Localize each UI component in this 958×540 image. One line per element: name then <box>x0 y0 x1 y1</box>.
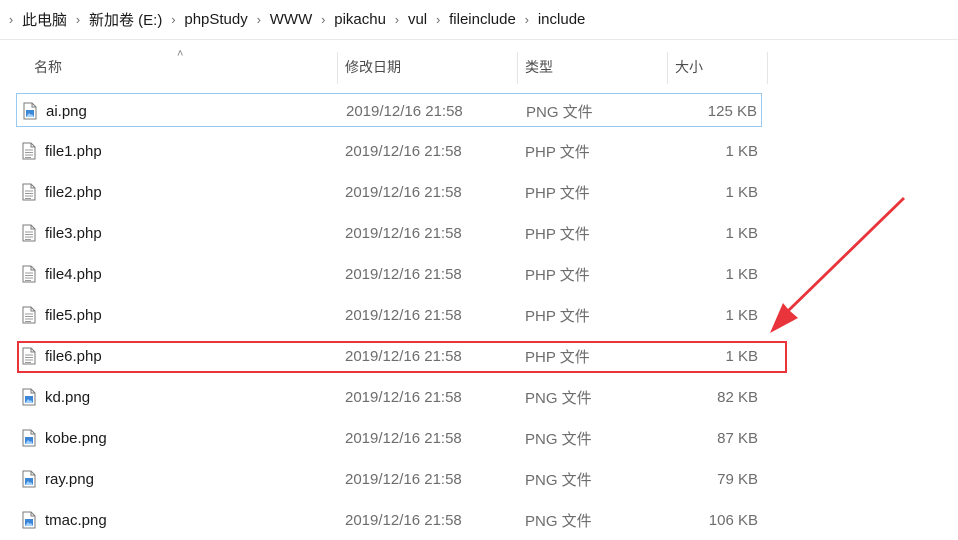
image-file-icon <box>23 102 37 120</box>
file-date: 2019/12/16 21:58 <box>346 102 463 120</box>
text-file-icon <box>22 224 36 242</box>
chevron-right-icon[interactable]: › <box>252 12 266 27</box>
file-name[interactable]: file3.php <box>45 216 102 250</box>
column-type-header[interactable]: 类型 <box>525 48 665 86</box>
file-size: 79 KB <box>717 470 758 488</box>
file-name[interactable]: tmac.png <box>45 503 107 537</box>
file-type: PHP 文件 <box>525 307 590 325</box>
file-type: PNG 文件 <box>525 471 592 489</box>
file-row[interactable]: file5.php 2019/12/16 21:58 PHP 文件 1 KB <box>16 298 762 332</box>
image-file-icon <box>22 511 36 529</box>
chevron-right-icon[interactable]: › <box>390 12 404 27</box>
file-row[interactable]: kd.png 2019/12/16 21:58 PNG 文件 82 KB <box>16 380 762 414</box>
breadcrumb-item-include[interactable]: include <box>538 11 586 28</box>
file-row[interactable]: tmac.png 2019/12/16 21:58 PNG 文件 106 KB <box>16 503 762 537</box>
annotation-arrow-shape <box>770 197 905 333</box>
file-date: 2019/12/16 21:58 <box>345 388 462 406</box>
file-row[interactable]: ai.png 2019/12/16 21:58 PNG 文件 125 KB <box>16 93 762 127</box>
file-date: 2019/12/16 21:58 <box>345 470 462 488</box>
file-name[interactable]: ai.png <box>46 94 87 128</box>
file-name[interactable]: file1.php <box>45 134 102 168</box>
file-row[interactable]: file4.php 2019/12/16 21:58 PHP 文件 1 KB <box>16 257 762 291</box>
annotation-highlight-box <box>17 341 787 373</box>
file-size: 106 KB <box>708 511 758 529</box>
breadcrumb-item-phpstudy[interactable]: phpStudy <box>184 11 247 28</box>
text-file-icon <box>22 183 36 201</box>
chevron-right-icon[interactable]: › <box>71 12 85 27</box>
file-size: 1 KB <box>725 183 758 201</box>
file-type: PHP 文件 <box>525 225 590 243</box>
breadcrumb-item-vul[interactable]: vul <box>408 11 427 28</box>
column-date-header[interactable]: 修改日期 <box>345 48 515 86</box>
file-type: PNG 文件 <box>526 103 593 121</box>
file-type: PHP 文件 <box>525 184 590 202</box>
file-size: 1 KB <box>725 224 758 242</box>
file-date: 2019/12/16 21:58 <box>345 142 462 160</box>
file-name[interactable]: file5.php <box>45 298 102 332</box>
breadcrumb-item-www[interactable]: WWW <box>270 11 312 28</box>
file-type: PNG 文件 <box>525 512 592 530</box>
file-date: 2019/12/16 21:58 <box>345 306 462 324</box>
file-date: 2019/12/16 21:58 <box>345 183 462 201</box>
file-type: PHP 文件 <box>525 143 590 161</box>
column-divider[interactable] <box>517 52 518 84</box>
breadcrumb-item-this-pc[interactable]: 此电脑 <box>22 9 67 30</box>
column-divider[interactable] <box>667 52 668 84</box>
chevron-right-icon[interactable]: › <box>431 12 445 27</box>
chevron-right-icon[interactable]: › <box>4 12 18 27</box>
text-file-icon <box>22 142 36 160</box>
file-type: PNG 文件 <box>525 430 592 448</box>
breadcrumb-item-fileinclude[interactable]: fileinclude <box>449 11 516 28</box>
file-name[interactable]: ray.png <box>45 462 94 496</box>
file-row[interactable]: kobe.png 2019/12/16 21:58 PNG 文件 87 KB <box>16 421 762 455</box>
text-file-icon <box>22 306 36 324</box>
file-row[interactable]: file3.php 2019/12/16 21:58 PHP 文件 1 KB <box>16 216 762 250</box>
chevron-right-icon[interactable]: › <box>520 12 534 27</box>
file-size: 82 KB <box>717 388 758 406</box>
file-name[interactable]: kd.png <box>45 380 90 414</box>
column-name-label: 名称 <box>34 59 62 75</box>
file-name[interactable]: file2.php <box>45 175 102 209</box>
file-row[interactable]: ray.png 2019/12/16 21:58 PNG 文件 79 KB <box>16 462 762 496</box>
file-type: PHP 文件 <box>525 266 590 284</box>
file-name[interactable]: file4.php <box>45 257 102 291</box>
text-file-icon <box>22 265 36 283</box>
column-size-header[interactable]: 大小 <box>675 48 765 86</box>
image-file-icon <box>22 388 36 406</box>
column-type-label: 类型 <box>525 59 553 75</box>
breadcrumb-item-pikachu[interactable]: pikachu <box>334 11 386 28</box>
image-file-icon <box>22 429 36 447</box>
file-size: 125 KB <box>707 102 757 120</box>
file-date: 2019/12/16 21:58 <box>345 224 462 242</box>
column-header: 名称 修改日期 类型 大小 <box>0 48 958 86</box>
column-divider[interactable] <box>337 52 338 84</box>
file-size: 1 KB <box>725 265 758 283</box>
image-file-icon <box>22 470 36 488</box>
column-divider[interactable] <box>767 52 768 84</box>
file-date: 2019/12/16 21:58 <box>345 265 462 283</box>
breadcrumb: › 此电脑 › 新加卷 (E:) › phpStudy › WWW › pika… <box>0 0 958 40</box>
column-size-label: 大小 <box>675 59 703 75</box>
file-size: 1 KB <box>725 142 758 160</box>
file-row[interactable]: file1.php 2019/12/16 21:58 PHP 文件 1 KB <box>16 134 762 168</box>
column-date-label: 修改日期 <box>345 59 401 75</box>
chevron-right-icon[interactable]: › <box>316 12 330 27</box>
file-name[interactable]: kobe.png <box>45 421 107 455</box>
file-size: 87 KB <box>717 429 758 447</box>
breadcrumb-item-drive[interactable]: 新加卷 (E:) <box>89 9 162 30</box>
file-size: 1 KB <box>725 306 758 324</box>
file-type: PNG 文件 <box>525 389 592 407</box>
column-name-header[interactable]: 名称 <box>34 48 336 86</box>
file-date: 2019/12/16 21:58 <box>345 429 462 447</box>
chevron-right-icon[interactable]: › <box>166 12 180 27</box>
file-date: 2019/12/16 21:58 <box>345 511 462 529</box>
file-row[interactable]: file2.php 2019/12/16 21:58 PHP 文件 1 KB <box>16 175 762 209</box>
